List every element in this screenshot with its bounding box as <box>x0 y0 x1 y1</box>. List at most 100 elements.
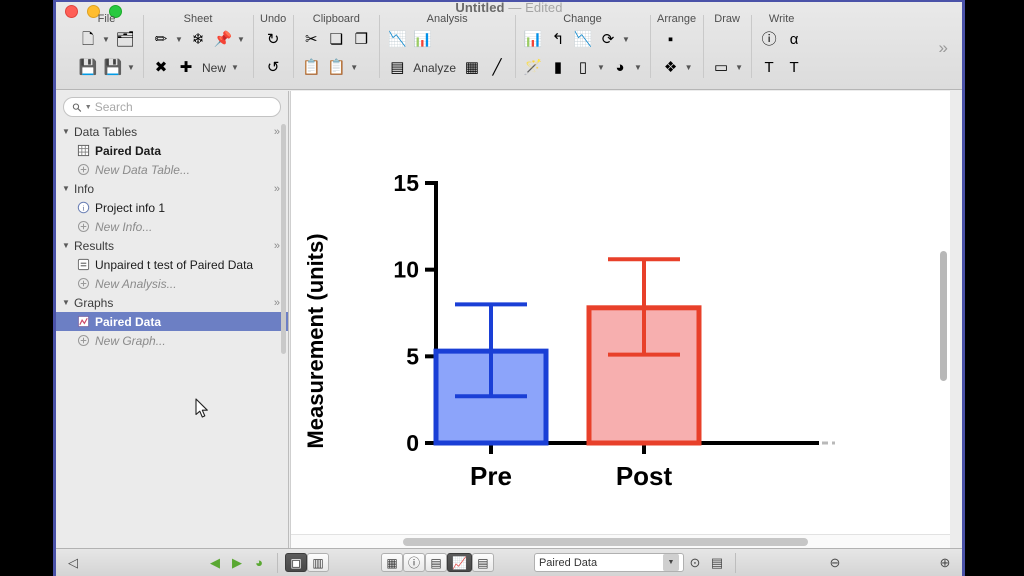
color-scheme-icon[interactable]: ◕ <box>609 57 631 79</box>
text-tool-icon[interactable]: T <box>758 57 780 79</box>
table-view-icon[interactable]: ▦ <box>381 553 403 572</box>
chevron-down-icon[interactable]: ▼ <box>231 63 240 72</box>
refresh-icon[interactable]: ⟳ <box>597 29 619 51</box>
navigator-item[interactable]: New Graph... <box>56 331 288 350</box>
navigator-item[interactable]: i Project info 1 <box>56 198 288 217</box>
analysis-list-icon[interactable]: 📊 <box>411 29 433 51</box>
navigator-item[interactable]: Unpaired t test of Paired Data <box>56 255 288 274</box>
zoom-out-icon[interactable]: ⊖ <box>824 553 846 572</box>
section-more-icon[interactable]: » <box>274 240 280 252</box>
new-sheet-label[interactable]: New <box>200 61 228 75</box>
next-sheet-icon[interactable]: ▶ <box>226 553 248 572</box>
toolbar-row: ↻ <box>262 27 284 52</box>
search-scope-chevron-icon[interactable]: ▼ <box>85 104 92 111</box>
toolbar-overflow-icon[interactable]: » <box>939 38 948 58</box>
search-box[interactable]: ▼ <box>63 97 281 117</box>
chevron-down-icon[interactable]: ▼ <box>597 63 606 72</box>
cut-icon[interactable]: ✂ <box>300 29 322 51</box>
paste-special-icon[interactable]: 📋 <box>325 57 347 79</box>
navigator-scrollbar[interactable] <box>281 124 286 354</box>
new-sheet-icon[interactable]: ◕ <box>248 553 270 572</box>
scale-icon[interactable]: ▯ <box>572 57 594 79</box>
undo-icon[interactable]: ↺ <box>262 57 284 79</box>
shape-icon[interactable]: ▭ <box>710 57 732 79</box>
disclosure-triangle-icon[interactable]: ▼ <box>62 184 74 193</box>
navigator-item[interactable]: Paired Data <box>56 141 288 160</box>
sheet-list-icon[interactable]: ▤ <box>706 553 728 572</box>
sheet-selector-chevron-icon[interactable]: ▼ <box>662 554 679 571</box>
freeze-icon[interactable]: ❄ <box>187 29 209 51</box>
chevron-down-icon[interactable]: ▼ <box>634 63 643 72</box>
open-file-icon[interactable]: 🗂 <box>114 29 136 51</box>
chevron-down-icon[interactable]: ▼ <box>685 63 694 72</box>
analyze-icon[interactable]: ▤ <box>386 57 408 79</box>
magic-wand-icon[interactable]: 🪄 <box>522 57 544 79</box>
navigator-item[interactable]: New Data Table... <box>56 160 288 179</box>
navigator-section-results[interactable]: ▼ Results » <box>56 236 288 255</box>
layout-view-icon[interactable]: ▤ <box>471 553 494 572</box>
add-column-icon[interactable]: ▮ <box>547 57 569 79</box>
line-tool-icon[interactable]: ╱ <box>486 57 508 79</box>
canvas-vertical-scroll-thumb[interactable] <box>940 251 947 381</box>
navigator-section-info[interactable]: ▼ Info » <box>56 179 288 198</box>
sheet-selector[interactable]: Paired Data ▼ <box>533 553 684 572</box>
align-icon[interactable]: ❖ <box>660 57 682 79</box>
copy-icon[interactable]: ❏ <box>325 29 347 51</box>
prev-sheet-icon[interactable]: ◀ <box>204 553 226 572</box>
greek-alpha-icon[interactable]: α <box>783 29 805 51</box>
new-sheet-icon[interactable]: ✚ <box>175 57 197 79</box>
navigator-item[interactable]: New Analysis... <box>56 274 288 293</box>
back-arrow-icon[interactable]: ◁ <box>62 553 84 572</box>
graph-view-icon[interactable]: 📈 <box>447 553 472 572</box>
results-table-icon[interactable]: ▦ <box>461 57 483 79</box>
navigator-item[interactable]: New Info... <box>56 217 288 236</box>
navigator-section-data-tables[interactable]: ▼ Data Tables » <box>56 122 288 141</box>
canvas-vertical-scrollbar[interactable] <box>937 91 950 548</box>
duplicate-icon[interactable]: ❐ <box>350 29 372 51</box>
bring-front-icon[interactable]: ▪ <box>660 29 682 51</box>
bar-series[interactable] <box>433 305 702 446</box>
zoom-in-icon[interactable]: ⊕ <box>934 553 956 572</box>
new-file-icon[interactable]: 🗋 <box>77 29 99 51</box>
paste-icon[interactable]: 📋 <box>300 57 322 79</box>
chevron-down-icon[interactable]: ▼ <box>237 35 246 44</box>
search-input[interactable] <box>94 100 272 114</box>
info-text-icon[interactable]: ⓘ <box>758 29 780 51</box>
navigator-item[interactable]: Paired Data <box>56 312 288 331</box>
two-page-icon[interactable]: ▥ <box>307 553 329 572</box>
chevron-down-icon[interactable]: ▼ <box>127 63 136 72</box>
results-view-icon[interactable]: ▤ <box>425 553 448 572</box>
chevron-down-icon[interactable]: ▼ <box>102 35 111 44</box>
text-box-icon[interactable]: T <box>783 57 805 79</box>
chevron-down-icon[interactable]: ▼ <box>175 35 184 44</box>
canvas-horizontal-scrollbar[interactable] <box>291 534 950 548</box>
analyze-label[interactable]: Analyze <box>411 61 458 75</box>
toolbar-row: 📊 ↰ 📉 ⟳ ▼ <box>522 27 643 52</box>
disclosure-triangle-icon[interactable]: ▼ <box>62 127 74 136</box>
save-icon[interactable]: 💾 <box>77 57 99 79</box>
chevron-down-icon[interactable]: ▼ <box>735 63 744 72</box>
graph-canvas[interactable]: Measurement (units) 0 5 10 15 Pre Post <box>290 91 950 548</box>
section-more-icon[interactable]: » <box>274 183 280 195</box>
graph-type-icon[interactable]: 📊 <box>522 29 544 51</box>
pin-icon[interactable]: 📌 <box>212 29 234 51</box>
bar-chart[interactable]: Measurement (units) 0 5 10 15 Pre Post <box>291 91 965 531</box>
canvas-horizontal-scroll-thumb[interactable] <box>403 538 808 546</box>
info-view-icon[interactable]: ⓘ <box>403 553 426 572</box>
save-as-icon[interactable]: 💾 <box>102 57 124 79</box>
navigator-section-graphs[interactable]: ▼ Graphs » <box>56 293 288 312</box>
highlight-icon[interactable]: ✏ <box>150 29 172 51</box>
disclosure-triangle-icon[interactable]: ▼ <box>62 241 74 250</box>
swap-axes-icon[interactable]: 📉 <box>572 29 594 51</box>
chevron-down-icon[interactable]: ▼ <box>622 35 631 44</box>
section-more-icon[interactable]: » <box>274 126 280 138</box>
delete-sheet-icon[interactable]: ✖ <box>150 57 172 79</box>
chevron-down-icon[interactable]: ▼ <box>350 63 359 72</box>
redo-icon[interactable]: ↻ <box>262 29 284 51</box>
section-more-icon[interactable]: » <box>274 297 280 309</box>
analysis-chart-icon[interactable]: 📉 <box>386 29 408 51</box>
transpose-icon[interactable]: ↰ <box>547 29 569 51</box>
page-layout-icon[interactable]: ▣ <box>285 553 307 572</box>
disclosure-triangle-icon[interactable]: ▼ <box>62 298 74 307</box>
sheet-options-icon[interactable]: ⊙ <box>684 553 706 572</box>
